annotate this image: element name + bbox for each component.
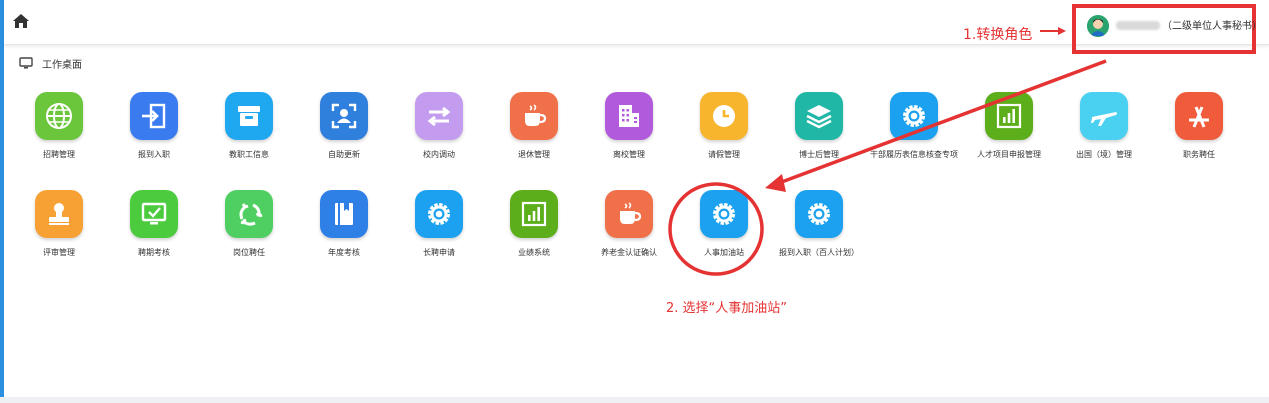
monitor-icon xyxy=(19,57,33,69)
app-tile-label: 业绩系统 xyxy=(518,248,550,257)
app-tile-label: 长聘申请 xyxy=(423,248,455,257)
annotation-step1: 1.转换角色 xyxy=(963,27,1033,43)
app-tile-label: 年度考核 xyxy=(328,248,360,257)
app-tile[interactable]: 职务聘任 xyxy=(1154,92,1244,182)
gear-icon[interactable] xyxy=(415,190,463,238)
bar-chart-icon[interactable] xyxy=(985,92,1033,140)
app-tile[interactable]: 请假管理 xyxy=(679,92,769,182)
app-tile[interactable]: 岗位聘任 xyxy=(204,190,294,280)
coffee-icon[interactable] xyxy=(605,190,653,238)
app-tile-label: 职务聘任 xyxy=(1183,150,1215,159)
clock-icon[interactable] xyxy=(700,92,748,140)
app-tile-label: 出国（境）管理 xyxy=(1076,150,1132,159)
app-tile[interactable]: 聘期考核 xyxy=(109,190,199,280)
app-tile-label: 博士后管理 xyxy=(799,150,839,159)
app-tile-label: 评审管理 xyxy=(43,248,75,257)
app-tile-label: 报到入职（百人计划） xyxy=(779,248,859,257)
appstore-icon[interactable] xyxy=(1175,92,1223,140)
stamp-icon[interactable] xyxy=(35,190,83,238)
bottom-strip xyxy=(0,397,1269,403)
home-icon[interactable] xyxy=(12,13,30,29)
app-tile-label: 报到入职 xyxy=(138,150,170,159)
app-tile[interactable]: 报到入职（百人计划） xyxy=(774,190,864,280)
app-tile-label: 人才项目申报管理 xyxy=(977,150,1041,159)
app-tile-label: 岗位聘任 xyxy=(233,248,265,257)
app-tile[interactable]: 出国（境）管理 xyxy=(1059,92,1149,182)
app-tile[interactable]: 年度考核 xyxy=(299,190,389,280)
app-tile[interactable]: 报到入职 xyxy=(109,92,199,182)
globe-icon[interactable] xyxy=(35,92,83,140)
bar-chart-icon[interactable] xyxy=(510,190,558,238)
swap-icon[interactable] xyxy=(415,92,463,140)
app-tile-label: 聘期考核 xyxy=(138,248,170,257)
layers-icon[interactable] xyxy=(795,92,843,140)
gear-icon[interactable] xyxy=(890,92,938,140)
airplane-icon[interactable] xyxy=(1080,92,1128,140)
app-tile[interactable]: 退休管理 xyxy=(489,92,579,182)
app-tile[interactable]: 长聘申请 xyxy=(394,190,484,280)
app-tile[interactable]: 教职工信息 xyxy=(204,92,294,182)
chevron-down-icon[interactable]: ⌄ xyxy=(1240,18,1248,29)
app-tile[interactable]: 自助更新 xyxy=(299,92,389,182)
login-icon[interactable] xyxy=(130,92,178,140)
scan-user-icon[interactable] xyxy=(320,92,368,140)
gear-icon[interactable] xyxy=(795,190,843,238)
app-tile-label: 请假管理 xyxy=(708,150,740,159)
monitor-check-icon[interactable] xyxy=(130,190,178,238)
breadcrumb-label: 工作桌面 xyxy=(42,60,82,71)
app-tile[interactable]: 离校管理 xyxy=(584,92,674,182)
app-tile[interactable]: 养老金认证确认 xyxy=(584,190,674,280)
gear-icon[interactable] xyxy=(700,190,748,238)
app-tile[interactable]: 博士后管理 xyxy=(774,92,864,182)
app-tile[interactable]: 业绩系统 xyxy=(489,190,579,280)
app-tile-label: 退休管理 xyxy=(518,150,550,159)
app-tile-label: 自助更新 xyxy=(328,150,360,159)
recycle-icon[interactable] xyxy=(225,190,273,238)
app-tile-label: 离校管理 xyxy=(613,150,645,159)
app-tile[interactable]: 人才项目申报管理 xyxy=(964,92,1054,182)
app-tile[interactable]: 评审管理 xyxy=(14,190,104,280)
app-tile[interactable]: 招聘管理 xyxy=(14,92,104,182)
app-tile-label: 干部履历表信息核查专项 xyxy=(870,150,958,159)
left-accent-line xyxy=(0,0,4,403)
app-tile-label: 教职工信息 xyxy=(229,150,269,159)
app-tile-label: 养老金认证确认 xyxy=(601,248,657,257)
app-tile[interactable]: 干部履历表信息核查专项 xyxy=(869,92,959,182)
app-tile-label: 招聘管理 xyxy=(43,150,75,159)
book-icon[interactable] xyxy=(320,190,368,238)
app-tile[interactable]: 人事加油站 xyxy=(679,190,769,280)
app-tile-label: 校内调动 xyxy=(423,150,455,159)
app-tile-label: 人事加油站 xyxy=(704,248,744,257)
building-icon[interactable] xyxy=(605,92,653,140)
archive-icon[interactable] xyxy=(225,92,273,140)
annotation-step2: 2. 选择“人事加油站” xyxy=(666,301,788,316)
avatar xyxy=(1087,15,1109,37)
username-blurred xyxy=(1116,21,1160,30)
app-tile[interactable]: 校内调动 xyxy=(394,92,484,182)
coffee-icon[interactable] xyxy=(510,92,558,140)
user-role-switcher[interactable]: （二级单位人事秘书） ⌄ xyxy=(1072,4,1262,54)
